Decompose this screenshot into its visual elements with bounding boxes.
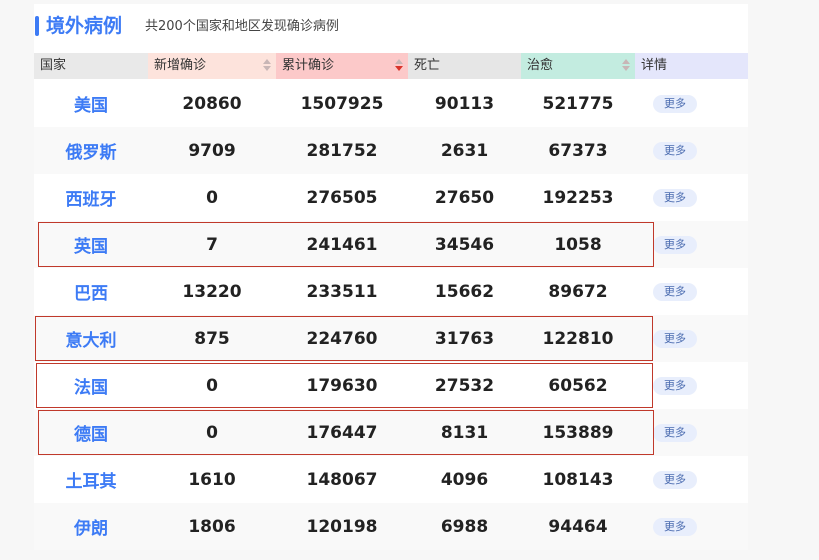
cell-cured: 94464: [548, 516, 608, 537]
country-name[interactable]: 伊朗: [34, 514, 148, 539]
table-row: 伊朗 1806 120198 6988 94464 更多: [34, 503, 748, 550]
table-row: 法国 0 179630 27532 60562 更多: [34, 362, 748, 409]
cell-new: 9709: [188, 140, 236, 161]
cell-new: 1610: [188, 469, 236, 490]
country-name[interactable]: 德国: [34, 420, 148, 445]
cell-deaths: 15662: [434, 281, 495, 302]
table-row: 美国 20860 1507925 90113 521775 更多: [34, 80, 748, 127]
cell-new: 0: [206, 187, 218, 208]
cell-total: 120198: [306, 516, 378, 537]
cell-total: 179630: [306, 375, 378, 396]
cell-cured: 1058: [554, 234, 602, 255]
table-header: 国家 新增确诊 累计确诊 死亡 治愈 详情: [34, 53, 748, 79]
cell-deaths: 90113: [434, 93, 495, 114]
cell-details: 更多: [635, 470, 748, 489]
card-header: 境外病例 共200个国家和地区发现确诊病例: [34, 4, 748, 52]
table-row: 西班牙 0 276505 27650 192253 更多: [34, 174, 748, 221]
cell-new: 875: [194, 328, 230, 349]
cell-details: 更多: [635, 282, 748, 301]
table-body: 美国 20860 1507925 90113 521775 更多 俄罗斯 9709 281752…: [34, 80, 748, 550]
cell-cured: 192253: [542, 187, 614, 208]
country-name[interactable]: 西班牙: [34, 185, 148, 210]
more-button[interactable]: 更多: [653, 235, 697, 254]
country-name[interactable]: 法国: [34, 373, 148, 398]
column-header-details: 详情: [635, 53, 748, 79]
card-title: 境外病例: [46, 15, 123, 37]
more-button[interactable]: 更多: [653, 470, 697, 489]
country-name[interactable]: 意大利: [34, 326, 148, 351]
table-row: 土耳其 1610 148067 4096 108143 更多: [34, 456, 748, 503]
table-row: 巴西 13220 233511 15662 89672 更多: [34, 268, 748, 315]
more-button[interactable]: 更多: [653, 423, 697, 442]
cell-details: 更多: [635, 517, 748, 536]
cell-details: 更多: [635, 235, 748, 254]
country-name[interactable]: 美国: [34, 91, 148, 116]
cell-cured: 521775: [542, 93, 614, 114]
cell-deaths: 2631: [440, 140, 489, 161]
cell-details: 更多: [635, 94, 748, 113]
more-button[interactable]: 更多: [653, 94, 697, 113]
country-name[interactable]: 土耳其: [34, 467, 148, 492]
more-button[interactable]: 更多: [653, 517, 697, 536]
cell-new: 13220: [182, 281, 242, 302]
cell-details: 更多: [635, 329, 748, 348]
cell-total: 241461: [306, 234, 378, 255]
table-row: 德国 0 176447 8131 153889 更多: [34, 409, 748, 456]
table-row: 俄罗斯 9709 281752 2631 67373 更多: [34, 127, 748, 174]
country-name[interactable]: 英国: [34, 232, 148, 257]
column-header-deaths: 死亡: [408, 53, 521, 79]
cell-total: 176447: [306, 422, 378, 443]
cell-cured: 67373: [548, 140, 608, 161]
overseas-cases-card: 境外病例 共200个国家和地区发现确诊病例 国家 新增确诊 累计确诊 死亡 治愈…: [34, 4, 748, 550]
column-header-cured[interactable]: 治愈: [521, 53, 635, 79]
cell-cured: 108143: [542, 469, 614, 490]
cell-new: 0: [206, 375, 218, 396]
cell-cured: 122810: [542, 328, 614, 349]
sort-icon[interactable]: [395, 59, 403, 73]
more-button[interactable]: 更多: [653, 329, 697, 348]
more-button[interactable]: 更多: [653, 188, 697, 207]
cell-cured: 60562: [548, 375, 608, 396]
country-name[interactable]: 巴西: [34, 279, 148, 304]
cell-deaths: 6988: [440, 516, 489, 537]
cell-deaths: 31763: [434, 328, 495, 349]
sort-icon[interactable]: [622, 59, 630, 73]
cell-new: 20860: [182, 93, 242, 114]
column-header-new-confirmed[interactable]: 新增确诊: [148, 53, 276, 79]
cell-deaths: 8131: [440, 422, 489, 443]
cell-new: 7: [206, 234, 218, 255]
cell-deaths: 27650: [434, 187, 495, 208]
cell-details: 更多: [635, 423, 748, 442]
cell-total: 281752: [306, 140, 378, 161]
cell-details: 更多: [635, 141, 748, 160]
country-name[interactable]: 俄罗斯: [34, 138, 148, 163]
cell-total: 1507925: [300, 93, 384, 114]
cell-new: 0: [206, 422, 218, 443]
more-button[interactable]: 更多: [653, 376, 697, 395]
cell-deaths: 4096: [440, 469, 489, 490]
table-row: 英国 7 241461 34546 1058 更多: [34, 221, 748, 268]
sort-icon[interactable]: [263, 59, 271, 73]
table-row: 意大利 875 224760 31763 122810 更多: [34, 315, 748, 362]
more-button[interactable]: 更多: [653, 282, 697, 301]
cell-deaths: 34546: [434, 234, 495, 255]
cell-details: 更多: [635, 376, 748, 395]
cell-new: 1806: [188, 516, 236, 537]
cell-total: 224760: [306, 328, 378, 349]
title-accent-bar: [35, 16, 39, 36]
cell-details: 更多: [635, 188, 748, 207]
cell-total: 276505: [306, 187, 378, 208]
cell-cured: 153889: [542, 422, 614, 443]
cell-cured: 89672: [548, 281, 608, 302]
card-subtitle: 共200个国家和地区发现确诊病例: [145, 19, 339, 34]
cell-total: 233511: [306, 281, 378, 302]
column-header-country: 国家: [34, 53, 148, 79]
more-button[interactable]: 更多: [653, 141, 697, 160]
cell-total: 148067: [306, 469, 378, 490]
cell-deaths: 27532: [434, 375, 495, 396]
column-header-total-confirmed[interactable]: 累计确诊: [276, 53, 408, 79]
